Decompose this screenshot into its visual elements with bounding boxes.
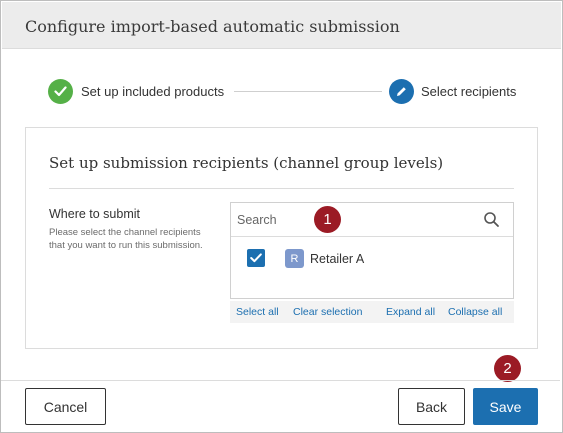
collapse-all-link[interactable]: Collapse all — [448, 306, 502, 318]
recipient-checkbox[interactable] — [247, 249, 265, 267]
picker-actions-bar: Select all Clear selection Expand all Co… — [230, 301, 514, 323]
recipient-picker: R Retailer A — [230, 202, 514, 299]
step-label-products: Set up included products — [81, 84, 225, 99]
dialog-header: Configure import-based automatic submiss… — [2, 2, 561, 49]
expand-all-link[interactable]: Expand all — [386, 306, 435, 318]
panel-divider — [49, 188, 514, 189]
back-button[interactable]: Back — [398, 388, 465, 425]
list-item[interactable]: R Retailer A — [231, 245, 513, 271]
stepper-connector — [234, 91, 382, 92]
clear-selection-link[interactable]: Clear selection — [293, 306, 362, 318]
search-row — [231, 203, 513, 237]
dialog-title: Configure import-based automatic submiss… — [25, 17, 400, 36]
step-active-icon — [389, 79, 414, 104]
where-to-submit-help: Please select the channel recipients tha… — [49, 227, 203, 251]
save-button[interactable]: Save — [473, 388, 538, 425]
panel-title: Set up submission recipients (channel gr… — [49, 154, 444, 172]
annotation-badge-2: 2 — [494, 355, 521, 382]
where-to-submit-label: Where to submit — [49, 207, 141, 221]
avatar: R — [285, 249, 304, 268]
recipient-label: Retailer A — [310, 252, 365, 266]
annotation-badge-1: 1 — [314, 206, 341, 233]
step-label-recipients: Select recipients — [421, 84, 517, 99]
pencil-icon — [397, 87, 406, 96]
cancel-button[interactable]: Cancel — [25, 388, 106, 425]
footer-divider — [1, 380, 560, 381]
check-icon — [54, 86, 67, 97]
recipients-panel: Set up submission recipients (channel gr… — [25, 127, 538, 349]
step-complete-icon — [48, 79, 73, 104]
search-icon[interactable] — [483, 211, 500, 228]
check-icon — [250, 253, 262, 263]
select-all-link[interactable]: Select all — [236, 306, 279, 318]
search-input[interactable] — [237, 209, 477, 231]
